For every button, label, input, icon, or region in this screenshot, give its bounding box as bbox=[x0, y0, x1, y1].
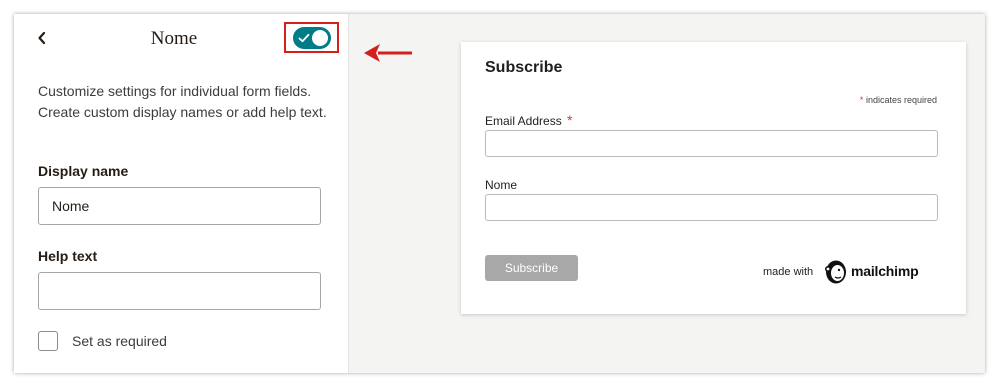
email-address-input[interactable] bbox=[485, 130, 938, 157]
mailchimp-wordmark: mailchimp bbox=[851, 263, 919, 279]
nome-label-text: Nome bbox=[485, 178, 518, 192]
checkmark-icon bbox=[298, 33, 310, 43]
nome-input[interactable] bbox=[485, 194, 938, 221]
set-required-label: Set as required bbox=[72, 333, 167, 349]
display-name-input[interactable] bbox=[38, 187, 321, 225]
red-arrow-annotation bbox=[364, 44, 412, 62]
email-label-text: Email Address bbox=[485, 114, 562, 128]
required-note-text: indicates required bbox=[865, 95, 937, 105]
mailchimp-logo-icon bbox=[825, 260, 846, 284]
panel-description: Customize settings for individual form f… bbox=[38, 83, 327, 120]
email-address-label: Email Address * bbox=[485, 112, 573, 128]
required-asterisk: * bbox=[859, 95, 864, 105]
email-required-asterisk: * bbox=[567, 112, 573, 128]
subscribe-button[interactable]: Subscribe bbox=[485, 255, 578, 281]
back-button[interactable] bbox=[32, 26, 52, 50]
nome-label: Nome bbox=[485, 178, 517, 192]
set-required-checkbox[interactable] bbox=[38, 331, 58, 351]
required-note: * indicates required bbox=[860, 95, 937, 105]
made-with-text: made with bbox=[763, 266, 814, 278]
form-preview-card: Subscribe * indicates required Email Add… bbox=[461, 42, 966, 314]
app-frame: Nome Customize settings for individual f… bbox=[14, 14, 985, 373]
toggle-knob bbox=[312, 30, 328, 46]
display-name-label: Display name bbox=[38, 163, 129, 179]
chevron-left-icon bbox=[38, 31, 46, 45]
help-text-input[interactable] bbox=[38, 272, 321, 310]
form-title: Subscribe bbox=[485, 59, 563, 76]
field-settings-panel: Nome Customize settings for individual f… bbox=[14, 14, 349, 373]
help-text-label: Help text bbox=[38, 248, 98, 264]
field-visibility-toggle[interactable] bbox=[293, 27, 331, 49]
panel-title: Nome bbox=[150, 28, 198, 49]
